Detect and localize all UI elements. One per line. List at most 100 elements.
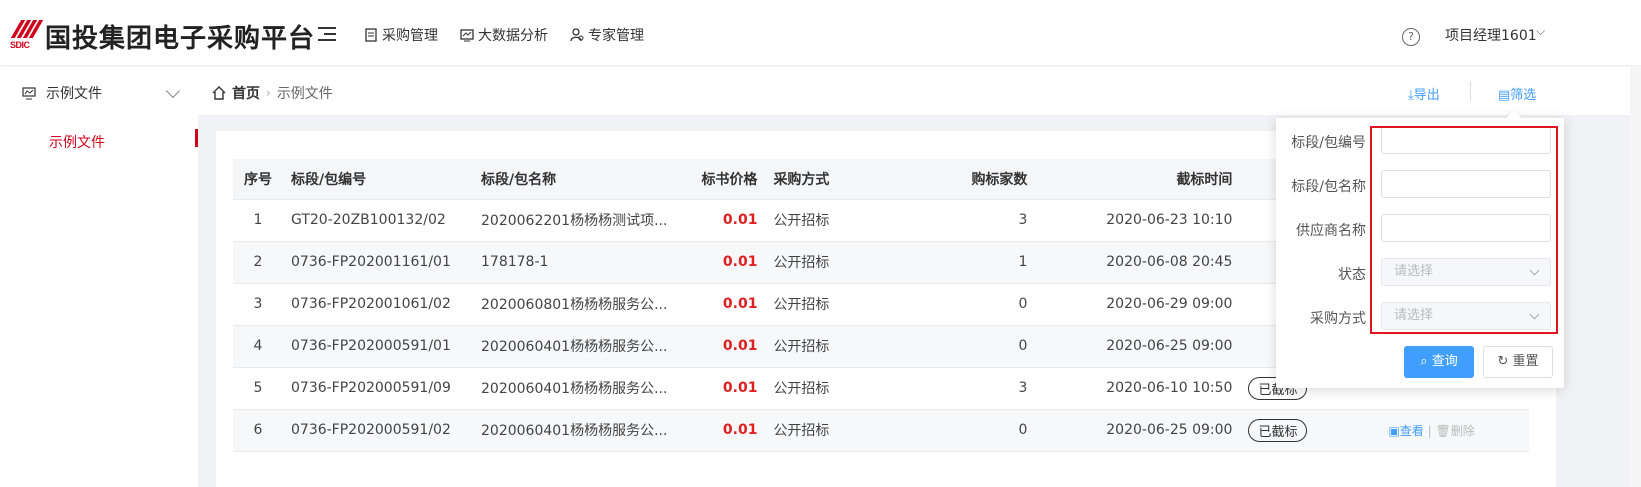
row-count: 1 xyxy=(855,241,1036,284)
query-button[interactable]: ⌕ 查询 xyxy=(1404,346,1474,378)
row-count: 0 xyxy=(855,409,1036,452)
top-nav: 采购管理 大数据分析 专家管理 xyxy=(364,25,644,45)
filter-label-name: 标段/包名称 xyxy=(1291,179,1366,195)
col-header: 标书价格 xyxy=(675,159,766,200)
row-count: 3 xyxy=(855,199,1036,242)
row-actions: ▣查看 | 🗑删除 xyxy=(1380,409,1529,452)
col-header: 序号 xyxy=(233,159,283,200)
app-title: 国投集团电子采购平台 xyxy=(45,24,316,54)
top-bar: SDIC 国投集团电子采购平台 采购管理 大数据分析 专家管理 ? 项目经理16… xyxy=(0,0,1641,66)
row-no: 6 xyxy=(233,409,283,452)
filter-button[interactable]: ▤筛选 xyxy=(1498,84,1536,103)
chart-icon xyxy=(460,29,474,42)
logo-mark-icon xyxy=(10,20,44,38)
filter-label-supplier: 供应商名称 xyxy=(1296,223,1366,239)
nav-item-procurement[interactable]: 采购管理 xyxy=(364,25,438,45)
document-icon xyxy=(365,28,377,42)
nav-label: 专家管理 xyxy=(588,28,644,44)
people-icon xyxy=(570,28,584,42)
row-count: 3 xyxy=(855,367,1036,410)
monitor-chart-icon xyxy=(22,86,36,99)
row-name: 2020060401杨杨杨服务公... xyxy=(473,367,676,410)
col-header: 标段/包名称 xyxy=(473,159,676,200)
help-icon[interactable]: ? xyxy=(1402,28,1420,46)
filter-label: 筛选 xyxy=(1510,88,1537,103)
trash-icon: 🗑 xyxy=(1435,423,1451,438)
filter-label-method: 采购方式 xyxy=(1310,311,1366,327)
table-row: 6 0736-FP202000591/02 2020060401杨杨杨服务公... 0… xyxy=(233,409,1529,452)
row-name: 2020060401杨杨杨服务公... xyxy=(473,409,676,452)
sidebar-group-examples[interactable]: 示例文件 xyxy=(22,83,102,103)
row-code: 0736-FP202001061/02 xyxy=(283,283,473,326)
scrollbar[interactable] xyxy=(1630,67,1641,487)
view-label: 查看 xyxy=(1399,423,1424,438)
row-code: 0736-FP202000591/01 xyxy=(283,325,473,368)
filter-icon: ▤ xyxy=(1498,88,1511,103)
row-code: 0736-FP202001161/01 xyxy=(283,241,473,284)
row-status-cell: 已截标 xyxy=(1240,409,1381,452)
sdic-logo: SDIC xyxy=(10,20,44,50)
row-name: 178178-1 xyxy=(473,241,676,284)
row-deadline: 2020-06-25 09:00 xyxy=(1035,325,1241,368)
filter-label-code: 标段/包编号 xyxy=(1291,135,1366,151)
row-deadline: 2020-06-10 10:50 xyxy=(1035,367,1241,410)
breadcrumb-separator-icon: › xyxy=(266,86,271,100)
refresh-icon: ↻ xyxy=(1497,354,1509,369)
breadcrumb: 首页 › 示例文件 xyxy=(212,83,333,103)
row-count: 0 xyxy=(855,283,1036,326)
row-method: 公开招标 xyxy=(765,325,856,368)
row-deadline: 2020-06-25 09:00 xyxy=(1035,409,1241,452)
user-name[interactable]: 项目经理1601 xyxy=(1445,25,1537,45)
row-no: 4 xyxy=(233,325,283,368)
row-method: 公开招标 xyxy=(765,283,856,326)
row-name: 2020062201杨杨杨测试项... xyxy=(473,199,676,242)
row-count: 0 xyxy=(855,325,1036,368)
divider xyxy=(1470,81,1471,101)
breadcrumb-current: 示例文件 xyxy=(276,86,333,102)
breadcrumb-bar: 首页 › 示例文件 ⤓导出 ▤筛选 xyxy=(198,67,1641,115)
row-code: 0736-FP202000591/02 xyxy=(283,409,473,452)
row-deadline: 2020-06-29 09:00 xyxy=(1035,283,1241,326)
col-header: 标段/包编号 xyxy=(283,159,473,200)
nav-item-experts[interactable]: 专家管理 xyxy=(570,25,644,45)
row-method: 公开招标 xyxy=(765,367,856,410)
action-separator: | xyxy=(1423,423,1436,438)
row-no: 1 xyxy=(233,199,283,242)
row-no: 3 xyxy=(233,283,283,326)
reset-button[interactable]: ↻ 重置 xyxy=(1483,346,1553,378)
row-price: 0.01 xyxy=(675,283,766,326)
row-code: 0736-FP202000591/09 xyxy=(283,367,473,410)
row-method: 公开招标 xyxy=(765,199,856,242)
row-code: GT20-20ZB100132/02 xyxy=(283,199,473,242)
row-price: 0.01 xyxy=(675,325,766,368)
sidebar-item-examples[interactable]: 示例文件 xyxy=(49,132,105,152)
export-button[interactable]: ⤓导出 xyxy=(1408,84,1440,103)
breadcrumb-home[interactable]: 首页 xyxy=(232,83,260,103)
logo-text: SDIC xyxy=(10,40,30,50)
row-method: 公开招标 xyxy=(765,241,856,284)
reset-label: 重置 xyxy=(1512,354,1539,369)
row-name: 2020060401杨杨杨服务公... xyxy=(473,325,676,368)
nav-item-bigdata[interactable]: 大数据分析 xyxy=(460,25,548,45)
row-price: 0.01 xyxy=(675,241,766,284)
filter-label-status: 状态 xyxy=(1338,267,1366,283)
row-price: 0.01 xyxy=(675,199,766,242)
row-method: 公开招标 xyxy=(765,409,856,452)
chevron-down-icon[interactable]: ⌵ xyxy=(1536,24,1545,39)
search-icon: ⌕ xyxy=(1420,354,1428,369)
query-label: 查询 xyxy=(1431,354,1458,369)
status-badge: 已截标 xyxy=(1248,418,1308,442)
col-header: 截标时间 xyxy=(1035,159,1241,200)
sidebar: 示例文件 示例文件 xyxy=(0,67,198,487)
view-icon: ▣ xyxy=(1388,423,1400,438)
view-link[interactable]: ▣查看 xyxy=(1388,424,1423,438)
menu-toggle-icon[interactable] xyxy=(318,26,336,42)
row-no: 2 xyxy=(233,241,283,284)
sidebar-group-label: 示例文件 xyxy=(46,86,102,102)
delete-link[interactable]: 🗑删除 xyxy=(1435,424,1474,438)
row-price: 0.01 xyxy=(675,367,766,410)
nav-label: 采购管理 xyxy=(382,28,438,44)
row-deadline: 2020-06-08 20:45 xyxy=(1035,241,1241,284)
chevron-down-icon[interactable] xyxy=(165,83,181,99)
col-header: 采购方式 xyxy=(765,159,856,200)
